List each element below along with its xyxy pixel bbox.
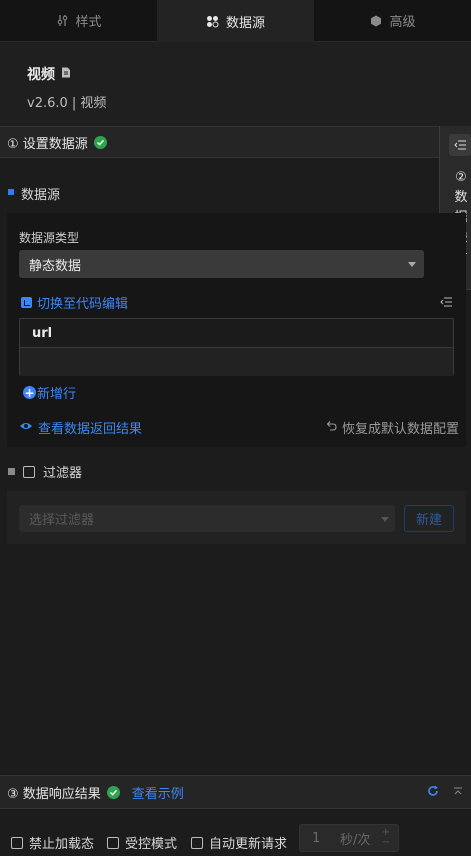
advanced-icon: [369, 14, 383, 28]
list-collapse-icon[interactable]: [440, 296, 452, 311]
side-tab-char: 数: [454, 190, 468, 205]
chevron-down-icon: [408, 262, 416, 267]
chevron-down-icon: [381, 517, 389, 522]
add-row-button[interactable]: + 新增行: [23, 383, 76, 402]
side-tab-number: ②: [455, 170, 467, 185]
section-datasource-header[interactable]: ① 设置数据源: [0, 126, 471, 158]
new-filter-button[interactable]: 新建: [404, 505, 454, 532]
refresh-interval-unit: 秒/次: [340, 832, 371, 848]
plus-circle-icon: +: [23, 385, 36, 400]
top-tab-bar: 样式 数据源 高级: [0, 0, 471, 42]
reset-label: 恢复成默认数据配置: [342, 422, 460, 437]
datasource-marker: [8, 189, 14, 195]
tab-style-label: 样式: [75, 15, 102, 30]
section-response-header[interactable]: ③ 数据响应结果 查看示例: [0, 775, 471, 809]
doc-icon[interactable]: [61, 66, 71, 82]
component-version: v2.6.0 | 视频: [27, 96, 107, 111]
table-header-url: url: [20, 319, 453, 348]
auto-refresh-label: 自动更新请求: [209, 837, 288, 852]
filter-checkbox[interactable]: [23, 465, 35, 478]
tab-datasource-label: 数据源: [225, 15, 265, 31]
component-name: 视频: [27, 67, 55, 83]
disable-loading-option[interactable]: 禁止加载态: [11, 833, 94, 852]
disable-loading-checkbox[interactable]: [11, 836, 23, 849]
auto-refresh-checkbox[interactable]: [191, 836, 203, 849]
collapse-up-icon[interactable]: [453, 786, 463, 801]
style-icon: [55, 14, 69, 28]
datasource-label: 数据源: [21, 188, 61, 203]
reset-default-button[interactable]: 恢复成默认数据配置: [325, 418, 459, 437]
stepper-icon[interactable]: + −: [382, 828, 390, 848]
response-actions: [427, 785, 463, 801]
switch-code-edit-link[interactable]: 切换至代码编辑: [21, 293, 128, 312]
filter-row: 过滤器: [8, 462, 82, 481]
view-result-label: 查看数据返回结果: [38, 422, 143, 437]
static-data-table: url: [19, 318, 454, 376]
refresh-interval-input[interactable]: 1 秒/次 + −: [299, 824, 399, 852]
filter-label: 过滤器: [43, 466, 83, 481]
tab-style[interactable]: 样式: [0, 0, 157, 42]
collapse-icon[interactable]: [449, 134, 471, 156]
eye-icon: [19, 420, 33, 435]
filter-marker: [8, 468, 15, 475]
component-header: 视频 v2.6.0 | 视频: [0, 42, 471, 126]
code-icon: [21, 297, 32, 308]
add-row-label: 新增行: [37, 387, 77, 402]
tab-datasource[interactable]: 数据源: [157, 0, 314, 42]
datasource-icon: [206, 14, 220, 28]
datasource-type-select[interactable]: 静态数据: [19, 250, 424, 278]
controlled-mode-option[interactable]: 受控模式: [107, 833, 177, 852]
view-result-link[interactable]: 查看数据返回结果: [19, 418, 142, 437]
auto-refresh-option[interactable]: 自动更新请求: [191, 833, 287, 852]
filter-select[interactable]: 选择过滤器: [19, 505, 395, 532]
switch-code-edit-label: 切换至代码编辑: [37, 297, 129, 312]
undo-icon: [325, 420, 337, 435]
tab-advanced[interactable]: 高级: [314, 0, 471, 42]
refresh-icon[interactable]: [427, 785, 439, 801]
section-response-title: ③ 数据响应结果: [7, 786, 101, 802]
component-title: 视频: [27, 64, 71, 84]
controlled-mode-label: 受控模式: [125, 837, 178, 852]
datasource-type-value: 静态数据: [29, 258, 82, 274]
datasource-type-label: 数据源类型: [19, 231, 80, 245]
disable-loading-label: 禁止加载态: [29, 837, 95, 852]
controlled-mode-checkbox[interactable]: [107, 836, 119, 849]
refresh-interval-value: 1: [312, 830, 321, 846]
check-circle-icon: [93, 135, 107, 149]
section-datasource-title: ① 设置数据源: [7, 136, 88, 152]
filter-select-placeholder: 选择过滤器: [29, 513, 95, 528]
view-example-link[interactable]: 查看示例: [132, 783, 184, 802]
check-circle-icon: [106, 785, 120, 799]
table-row[interactable]: [20, 348, 453, 376]
tab-advanced-label: 高级: [389, 15, 416, 30]
